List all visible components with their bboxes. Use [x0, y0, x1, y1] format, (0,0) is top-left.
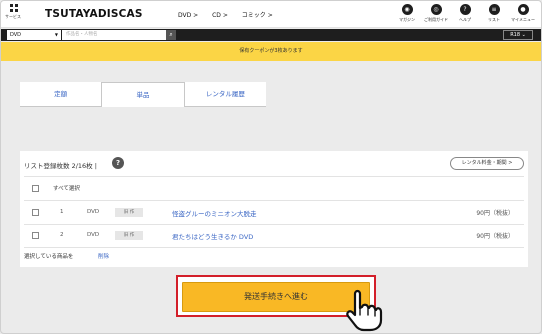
main-nav: DVD > CD > コミック >	[178, 10, 285, 19]
help-icon[interactable]: ?	[112, 157, 124, 169]
chevron-down-icon: ▼	[54, 32, 58, 37]
tab-single[interactable]: 単品	[101, 82, 185, 107]
item-price: 90円（税抜）	[476, 233, 514, 240]
tab-rental-history[interactable]: レンタル履歴	[184, 82, 266, 107]
tab-subscription[interactable]: 定額	[20, 82, 102, 107]
help-icon: ?	[459, 4, 471, 15]
nav-comic[interactable]: コミック >	[242, 12, 273, 19]
list-item: 2 DVD 旧 作 君たちはどう生きるか DVD 90円（税抜）	[20, 226, 528, 246]
header-mymenu[interactable]: ● マイメニュー	[511, 4, 535, 23]
item-badge: 旧 作	[115, 231, 143, 240]
rental-list-panel: リスト登録枚数 2/16枚 | ? レンタル料金・期間 > すべて選択 1 DV…	[20, 151, 528, 267]
select-all-label: すべて選択	[53, 186, 80, 192]
item-checkbox[interactable]	[32, 232, 39, 239]
proceed-shipping-button[interactable]: 発送手続きへ進む	[182, 282, 370, 312]
mypage-icon: ●	[517, 4, 529, 15]
coupon-banner[interactable]: 保有クーポンが3枚あります	[1, 42, 541, 61]
page-frame: サービス TSUTAYADISCAS DVD > CD > コミック > ◉ マ…	[0, 0, 542, 334]
site-header: サービス TSUTAYADISCAS DVD > CD > コミック > ◉ マ…	[1, 1, 541, 28]
header-icons: ◉ マガジン ◎ ご利用ガイド ? ヘルプ ≡ リスト ● マイメニュー	[395, 4, 535, 23]
select-all-checkbox[interactable]	[32, 185, 39, 192]
rating-filter[interactable]: R18 ⌄	[503, 30, 533, 40]
header-list[interactable]: ≡ リスト	[482, 4, 506, 23]
item-number: 1	[60, 209, 64, 215]
list-item: 1 DVD 旧 作 怪盗グルーのミニオン大脱走 90円（税抜）	[20, 203, 528, 223]
header-help[interactable]: ? ヘルプ	[453, 4, 477, 23]
list-icon: ≡	[488, 4, 500, 15]
guide-icon: ◎	[430, 4, 442, 15]
item-badge: 旧 作	[115, 208, 143, 217]
item-checkbox[interactable]	[32, 209, 39, 216]
category-select[interactable]: DVD ▼	[7, 30, 61, 40]
item-format: DVD	[87, 232, 100, 238]
divider	[24, 200, 524, 201]
magazine-icon: ◉	[401, 4, 413, 15]
rental-fee-button[interactable]: レンタル料金・期間 >	[450, 157, 524, 170]
item-title[interactable]: 怪盗グルーのミニオン大脱走	[172, 208, 257, 218]
search-bar: DVD ▼ 作品名・人物名 ⌕ R18 ⌄	[1, 29, 541, 41]
nav-cd[interactable]: CD >	[212, 12, 228, 19]
header-icon-label: リスト	[488, 17, 500, 22]
item-format: DVD	[87, 209, 100, 215]
selected-items-label: 選択している商品を	[24, 254, 74, 260]
header-icon-label: マガジン	[399, 17, 415, 22]
item-number: 2	[60, 232, 64, 238]
site-logo[interactable]: TSUTAYADISCAS	[45, 8, 143, 20]
divider	[24, 176, 524, 177]
search-icon[interactable]: ⌕	[166, 30, 176, 40]
pointer-hand-icon	[346, 289, 383, 332]
services-label: サービス	[5, 14, 21, 19]
header-icon-label: ヘルプ	[459, 17, 471, 22]
services-menu[interactable]: サービス	[5, 4, 22, 20]
list-count: リスト登録枚数 2/16枚 |	[24, 162, 97, 170]
header-magazine[interactable]: ◉ マガジン	[395, 4, 419, 23]
category-value: DVD	[10, 32, 22, 38]
search-input[interactable]: 作品名・人物名	[62, 30, 166, 40]
list-tabs: 定額 単品 レンタル履歴	[20, 82, 266, 107]
delete-link[interactable]: 削除	[98, 252, 109, 260]
grid-icon	[10, 4, 18, 12]
header-icon-label: ご利用ガイド	[424, 17, 448, 22]
header-icon-label: マイメニュー	[511, 17, 535, 22]
item-title[interactable]: 君たちはどう生きるか DVD	[172, 231, 253, 241]
item-price: 90円（税抜）	[476, 210, 514, 217]
divider	[24, 247, 524, 248]
divider	[24, 224, 524, 225]
header-guide[interactable]: ◎ ご利用ガイド	[424, 4, 448, 23]
nav-dvd[interactable]: DVD >	[178, 12, 198, 19]
